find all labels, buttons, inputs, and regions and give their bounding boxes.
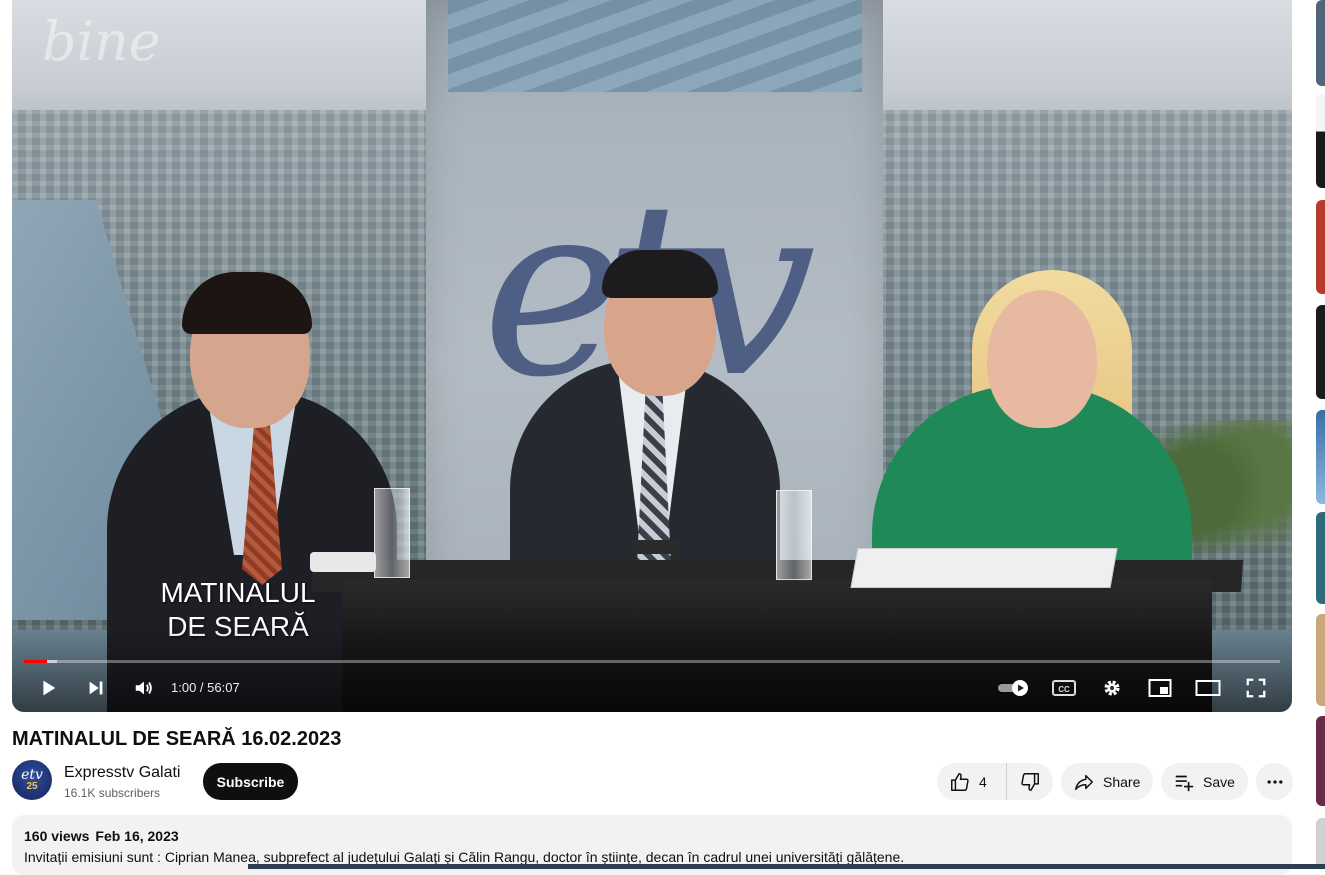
related-video-thumbnail[interactable] [1316, 94, 1325, 188]
playlist-add-icon [1175, 775, 1194, 791]
fullscreen-button[interactable] [1240, 672, 1272, 704]
water-glass [776, 490, 812, 580]
play-icon [43, 680, 56, 696]
save-button[interactable]: Save [1161, 763, 1248, 800]
more-actions-button[interactable] [1256, 763, 1293, 800]
subscribe-button[interactable]: Subscribe [203, 763, 298, 800]
backdrop-logo: bine [42, 10, 161, 73]
related-video-thumbnail[interactable] [1316, 614, 1325, 706]
video-title: MATINALUL DE SEARĂ 16.02.2023 [12, 728, 342, 750]
desk-phone [634, 540, 680, 554]
thumbs-down-icon [1021, 772, 1039, 791]
theater-icon [1195, 680, 1221, 696]
progress-played [24, 660, 47, 663]
channel-avatar[interactable]: etv 25 [12, 760, 52, 800]
avatar-logo-text: etv [21, 767, 43, 783]
view-count: 160 views [24, 828, 90, 844]
more-horizontal-icon [1267, 779, 1282, 784]
show-caption-line1: MATINALUL [160, 577, 316, 608]
volume-icon [135, 681, 152, 695]
desk-phone [310, 552, 376, 572]
theater-button[interactable] [1192, 672, 1224, 704]
like-dislike-group: 4 [937, 763, 1053, 800]
svg-text:CC: CC [1058, 685, 1070, 694]
settings-button[interactable] [1096, 672, 1128, 704]
avatar-badge: 25 [26, 781, 38, 792]
related-video-thumbnail[interactable] [1316, 818, 1325, 869]
related-video-thumbnail[interactable] [1316, 716, 1325, 806]
fullscreen-icon [1246, 678, 1266, 698]
guest-center-hair [602, 250, 718, 298]
captions-button[interactable]: CC [1048, 672, 1080, 704]
autoplay-toggle-icon [998, 680, 1028, 696]
share-button[interactable]: Share [1061, 763, 1153, 800]
settings-icon [1104, 680, 1120, 696]
video-player[interactable]: bine etv MATINALUL DE SEARĂ [12, 0, 1292, 712]
video-frame: bine etv MATINALUL DE SEARĂ [12, 0, 1292, 712]
time-display: 1:00 / 56:07 [171, 680, 240, 695]
taskbar-strip [248, 864, 1325, 869]
share-label: Share [1103, 773, 1141, 790]
studio-panel-top [448, 0, 862, 92]
desk-papers [850, 548, 1118, 588]
subscriber-count: 16.1K subscribers [64, 786, 161, 800]
volume-button[interactable] [128, 672, 160, 704]
host-head [987, 290, 1097, 428]
autoplay-toggle[interactable] [994, 672, 1034, 704]
save-label: Save [1203, 773, 1235, 790]
channel-name[interactable]: Expresstv Galati [64, 764, 180, 782]
water-glass [374, 488, 410, 578]
description-text: Invitații emisiuni sunt : Ciprian Manea,… [24, 849, 905, 865]
miniplayer-button[interactable] [1144, 672, 1176, 704]
share-icon [1075, 774, 1093, 790]
play-button[interactable] [32, 672, 64, 704]
next-icon [89, 681, 103, 695]
thumbs-up-icon [951, 772, 969, 791]
dislike-button[interactable] [1007, 763, 1053, 800]
related-video-thumbnail[interactable] [1316, 305, 1325, 399]
next-button[interactable] [80, 672, 112, 704]
progress-bar[interactable] [24, 660, 1280, 663]
miniplayer-icon [1148, 679, 1172, 697]
like-count: 4 [979, 773, 987, 790]
related-video-thumbnail[interactable] [1316, 410, 1325, 504]
related-video-thumbnail[interactable] [1316, 0, 1325, 86]
like-button[interactable]: 4 [937, 763, 1007, 800]
upload-date: Feb 16, 2023 [95, 828, 179, 844]
related-video-thumbnail[interactable] [1316, 200, 1325, 294]
captions-icon: CC [1052, 680, 1076, 696]
description-meta: 160 views Feb 16, 2023 [24, 828, 1280, 844]
related-video-thumbnail[interactable] [1316, 512, 1325, 604]
